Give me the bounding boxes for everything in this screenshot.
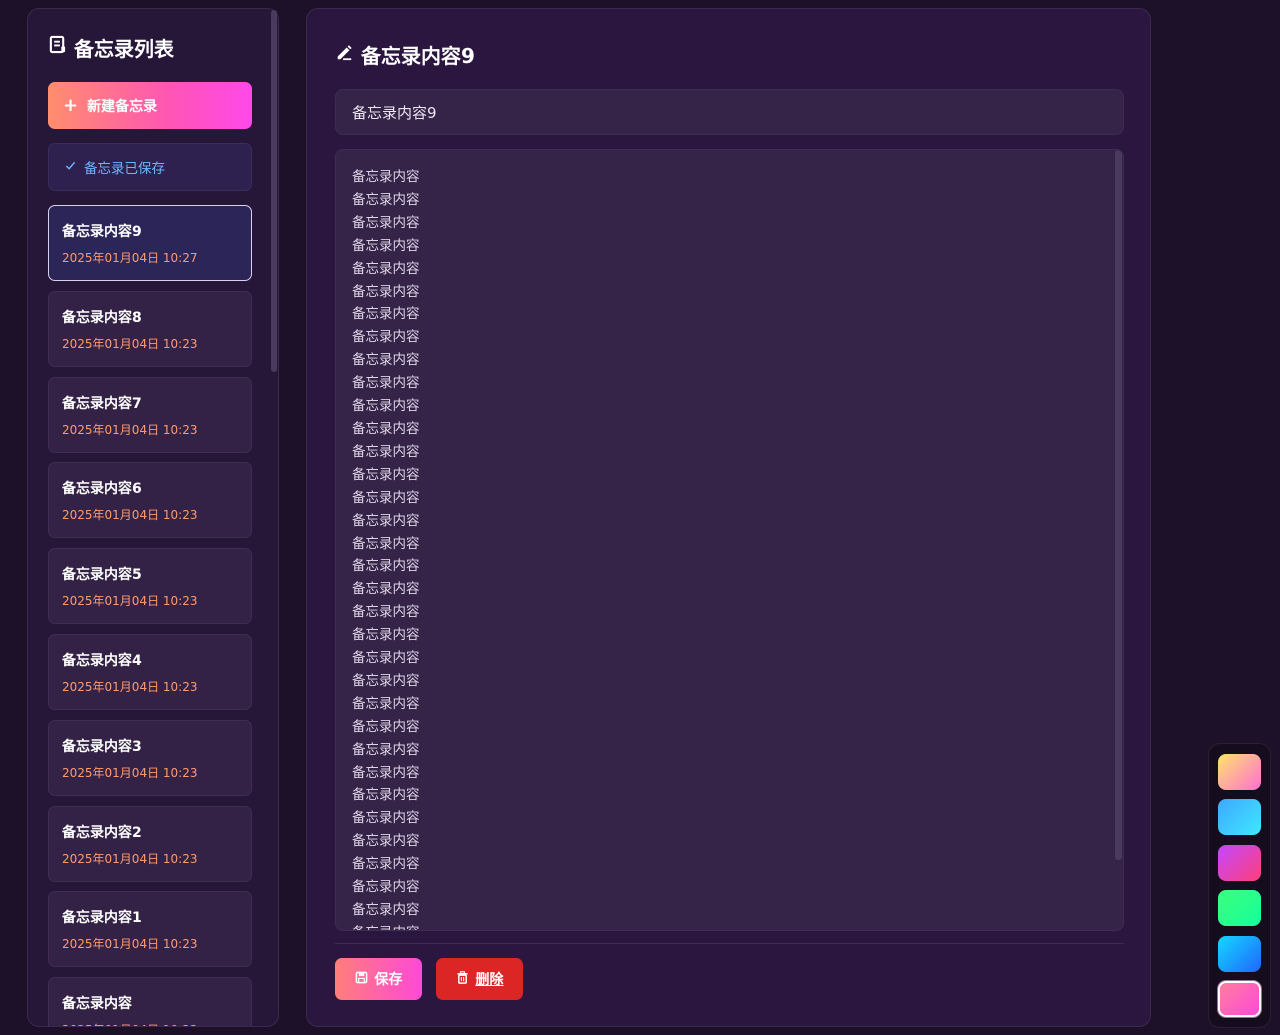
save-label: 保存 <box>374 972 403 988</box>
memo-content-line: 备忘录内容 <box>352 466 420 483</box>
memo-content-line: 备忘录内容 <box>352 695 420 712</box>
memo-content-line: 备忘录内容 <box>352 856 420 873</box>
memo-content-line: 备忘录内容 <box>352 581 420 598</box>
memo-content-line: 备忘录内容 <box>352 718 420 735</box>
memo-item-title: 备忘录内容2 <box>62 824 142 841</box>
memo-list-item[interactable]: 备忘录内容3 2025年01月04日 10:23 <box>48 719 252 796</box>
memo-item-date: 2025年01月04日 10:23 <box>62 851 198 866</box>
memo-content-line: 备忘录内容 <box>352 191 420 208</box>
memo-list-item[interactable]: 备忘录内容2 2025年01月04日 10:23 <box>48 805 252 882</box>
memo-sidebar: 备忘录列表 + 新建备忘录 备忘录已保存 备忘录内容9 2025年01月04日 1… <box>27 8 279 1027</box>
trash-icon <box>456 970 469 988</box>
content-scrollbar[interactable] <box>1115 150 1122 860</box>
memo-content-line: 备忘录内容 <box>352 352 420 369</box>
sidebar-scrollbar[interactable] <box>271 10 277 372</box>
theme-swatch-sky[interactable] <box>1218 799 1261 836</box>
memo-list-item[interactable]: 备忘录内容7 2025年01月04日 10:23 <box>48 376 252 453</box>
memo-content-line: 备忘录内容 <box>352 833 420 850</box>
memo-item-title: 备忘录内容5 <box>62 567 142 584</box>
memo-list-item[interactable]: 备忘录内容 2025年01月04日 10:23 <box>48 977 252 1026</box>
memo-list-item[interactable]: 备忘录内容9 2025年01月04日 10:27 <box>48 205 252 281</box>
sidebar-title: 备忘录列表 <box>48 33 174 61</box>
delete-button[interactable]: 删除 <box>436 958 523 1000</box>
new-memo-label: 新建备忘录 <box>87 98 158 115</box>
notebook-icon <box>48 35 67 59</box>
memo-item-date: 2025年01月04日 10:23 <box>62 508 198 523</box>
memo-item-title: 备忘录内容6 <box>62 481 142 498</box>
memo-item-title: 备忘录内容3 <box>62 738 142 755</box>
memo-item-title: 备忘录内容 <box>62 996 132 1013</box>
memo-content-line: 备忘录内容 <box>352 512 420 529</box>
memo-item-title: 备忘录内容9 <box>62 224 142 240</box>
memo-item-date: 2025年01月04日 10:23 <box>62 1021 238 1026</box>
memo-list-item[interactable]: 备忘录内容6 2025年01月04日 10:23 <box>48 462 252 539</box>
memo-list-item[interactable]: 备忘录内容4 2025年01月04日 10:23 <box>48 634 252 710</box>
memo-item-title: 备忘录内容8 <box>62 309 142 326</box>
memo-content-line: 备忘录内容 <box>352 306 420 323</box>
floppy-disk-icon <box>355 971 368 988</box>
memo-content-text: 备忘录内容 备忘录内容 备忘录内容 备忘录内容 备忘录内容 备忘录内容 备忘录内容 备忘录内容… <box>352 166 1103 930</box>
editor-heading-text: 备忘录内容9 <box>361 43 475 68</box>
saved-notice-text: 备忘录已保存 <box>84 161 165 177</box>
memo-content-line: 备忘录内容 <box>352 237 420 254</box>
memo-title-input[interactable] <box>335 89 1124 135</box>
memo-content-line: 备忘录内容 <box>352 169 420 185</box>
theme-swatch-pink[interactable] <box>1218 981 1261 1017</box>
memo-item-date: 2025年01月04日 10:23 <box>62 765 198 780</box>
memo-content-line: 备忘录内容 <box>352 764 420 781</box>
editor-heading: 备忘录内容9 <box>335 39 475 69</box>
new-memo-button[interactable]: + 新建备忘录 <box>48 82 252 129</box>
memo-content-line: 备忘录内容 <box>352 902 420 918</box>
delete-label: 删除 <box>475 972 504 988</box>
memo-content-line: 备忘录内容 <box>352 489 420 506</box>
memo-item-date: 2025年01月04日 10:23 <box>62 937 198 952</box>
memo-item-date: 2025年01月04日 10:23 <box>62 422 198 437</box>
memo-item-date: 2025年01月04日 10:27 <box>62 251 198 265</box>
theme-swatch-berry[interactable] <box>1218 844 1261 881</box>
memo-content-line: 备忘录内容 <box>352 283 420 300</box>
memo-content-line: 备忘录内容 <box>352 741 420 758</box>
sidebar-title-text: 备忘录列表 <box>74 36 174 61</box>
memo-content-line: 备忘录内容 <box>352 260 420 277</box>
memo-content-line: 备忘录内容 <box>352 443 420 460</box>
saved-notice: 备忘录已保存 <box>48 143 252 191</box>
memo-list-item[interactable]: 备忘录内容8 2025年01月04日 10:23 <box>48 290 252 367</box>
memo-item-title: 备忘录内容4 <box>62 653 142 669</box>
memo-item-date: 2025年01月04日 10:23 <box>62 680 198 694</box>
plus-icon: + <box>63 94 79 116</box>
memo-content-line: 备忘录内容 <box>352 375 420 392</box>
check-icon <box>65 159 76 175</box>
memo-item-date: 2025年01月04日 10:23 <box>62 336 198 351</box>
memo-editor: 备忘录内容9 备忘录内容备忘录内容备忘录内容备忘录内容备忘录内容备忘录内容备忘录… <box>306 8 1151 1027</box>
memo-content-line: 备忘录内容 <box>352 627 420 644</box>
memo-content-line: 备忘录内容 <box>352 879 420 896</box>
theme-swatch-mint[interactable] <box>1218 890 1261 927</box>
memo-item-title: 备忘录内容1 <box>62 910 142 927</box>
memo-content-line: 备忘录内容 <box>352 214 420 231</box>
memo-item-date: 2025年01月04日 10:23 <box>62 594 198 609</box>
save-button[interactable]: 保存 <box>335 958 422 1000</box>
memo-content-line: 备忘录内容 <box>352 420 420 437</box>
memo-content-line: 备忘录内容 <box>352 535 420 552</box>
memo-list-item[interactable]: 备忘录内容5 2025年01月04日 10:23 <box>48 548 252 625</box>
memo-content-line: 备忘录内容 <box>352 650 420 667</box>
memo-content-line: 备忘录内容 <box>352 604 420 621</box>
memo-content-line: 备忘录内容 <box>352 558 420 575</box>
memo-content-line: 备忘录内容 <box>352 787 420 804</box>
divider <box>335 943 1124 944</box>
theme-swatch-sunset[interactable] <box>1218 754 1261 790</box>
edit-icon <box>335 42 353 66</box>
memo-content-line: 备忘录内容 <box>352 922 1103 930</box>
theme-swatch-ocean[interactable] <box>1218 935 1261 972</box>
memo-list-item[interactable]: 备忘录内容1 2025年01月04日 10:23 <box>48 891 252 968</box>
memo-content-line: 备忘录内容 <box>352 329 420 346</box>
theme-palette <box>1208 743 1271 1028</box>
memo-item-title: 备忘录内容7 <box>62 395 142 412</box>
memo-content-line: 备忘录内容 <box>352 672 420 689</box>
memo-content-line: 备忘录内容 <box>352 398 420 415</box>
memo-content-line: 备忘录内容 <box>352 810 420 827</box>
memo-content-textarea[interactable]: 备忘录内容 备忘录内容 备忘录内容 备忘录内容 备忘录内容 备忘录内容 备忘录内容 备忘录内容… <box>335 149 1124 931</box>
